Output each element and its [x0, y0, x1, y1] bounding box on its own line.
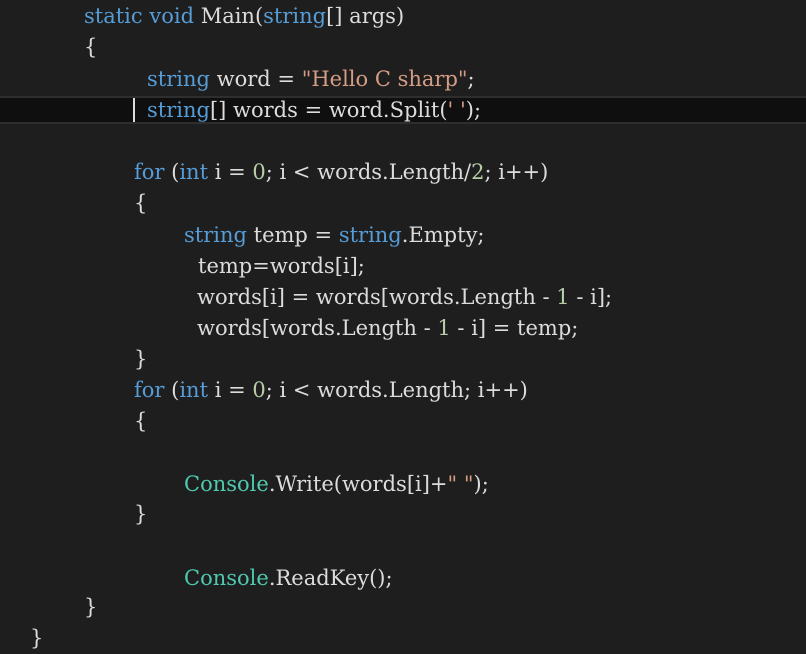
code-text-token: Main(: [194, 4, 264, 28]
string-literal-token: " ": [447, 472, 474, 496]
string-literal-token: ' ': [447, 98, 466, 122]
code-text-token: );: [473, 472, 489, 496]
code-text-token: ;: [467, 67, 475, 91]
code-text-token: ; i++): [484, 160, 549, 184]
code-text-token: .Empty;: [401, 223, 485, 247]
keyword-token: void: [149, 4, 195, 28]
code-text-token: words[i] = words[words.Length -: [197, 285, 557, 309]
code-line-12[interactable]: }: [0, 344, 806, 375]
keyword-token: string: [184, 223, 247, 247]
code-editor[interactable]: static void Main(string[] args) { string…: [0, 0, 806, 650]
code-text-token: words[words.Length -: [197, 316, 438, 340]
code-text-token: {: [84, 35, 98, 59]
code-line-6[interactable]: for (int i = 0; i < words.Length/2; i++): [0, 157, 806, 188]
keyword-token: string: [147, 98, 210, 122]
number-literal-token: 0: [252, 378, 266, 402]
code-text-token: );: [465, 98, 482, 122]
code-line-17[interactable]: }: [0, 499, 806, 530]
code-text-token: ; i < words.Length; i++): [265, 378, 528, 402]
keyword-token: for: [134, 378, 165, 402]
class-name-token: Console: [184, 472, 269, 496]
code-text-token: (: [164, 160, 180, 184]
number-literal-token: 1: [437, 316, 451, 340]
code-text-token: }: [134, 502, 148, 526]
code-line-8[interactable]: string temp = string.Empty;: [0, 220, 806, 251]
code-line-19[interactable]: Console.ReadKey();: [0, 563, 806, 594]
keyword-token: string: [147, 67, 210, 91]
number-literal-token: 1: [556, 285, 570, 309]
keyword-token: int: [179, 160, 209, 184]
number-literal-token: 2: [471, 160, 485, 184]
code-line-7[interactable]: {: [0, 188, 806, 219]
code-text-token: .Write(words[i]+: [268, 472, 448, 496]
keyword-token: for: [134, 160, 165, 184]
code-line-10[interactable]: words[i] = words[words.Length - 1 - i];: [0, 282, 806, 313]
code-line-9[interactable]: temp=words[i];: [0, 251, 806, 282]
code-text-token: }: [84, 595, 98, 619]
number-literal-token: 0: [252, 160, 266, 184]
code-text-token: }: [134, 347, 148, 371]
code-line-1[interactable]: static void Main(string[] args): [0, 1, 806, 32]
code-line-2[interactable]: {: [0, 32, 806, 63]
code-text-token: [] words = word.Split(: [209, 98, 448, 122]
text-caret: [133, 98, 135, 122]
code-line-16[interactable]: Console.Write(words[i]+" ");: [0, 469, 806, 500]
code-text-token: i =: [208, 160, 253, 184]
keyword-token: static: [84, 4, 143, 28]
code-text-token: {: [134, 409, 148, 433]
code-text-token: - i];: [569, 285, 613, 309]
code-text-token: (: [164, 378, 180, 402]
code-text-token: [] args): [326, 4, 405, 28]
code-text-token: ; i < words.Length/: [265, 160, 472, 184]
code-line-3[interactable]: string word = "Hello C sharp";: [0, 64, 806, 95]
code-text-token: temp =: [246, 223, 339, 247]
code-line-13[interactable]: for (int i = 0; i < words.Length; i++): [0, 375, 806, 406]
code-text-token: - i] = temp;: [450, 316, 579, 340]
code-line-21[interactable]: }: [0, 623, 806, 654]
code-line-14[interactable]: {: [0, 406, 806, 437]
code-text-token: }: [30, 626, 44, 650]
code-text-token: .ReadKey();: [268, 566, 393, 590]
code-text-token: {: [134, 191, 148, 215]
class-name-token: Console: [184, 566, 269, 590]
code-text-token: word =: [209, 67, 302, 91]
keyword-token: string: [263, 4, 327, 28]
code-line-11[interactable]: words[words.Length - 1 - i] = temp;: [0, 313, 806, 344]
keyword-token: string: [338, 223, 402, 247]
code-line-20[interactable]: }: [0, 592, 806, 623]
keyword-token: int: [179, 378, 209, 402]
code-line-4-current[interactable]: string[] words = word.Split(' ');: [0, 96, 806, 124]
code-text-token: temp=words[i];: [198, 254, 365, 278]
string-literal-token: "Hello C sharp": [301, 67, 468, 91]
code-text-token: i =: [208, 378, 253, 402]
